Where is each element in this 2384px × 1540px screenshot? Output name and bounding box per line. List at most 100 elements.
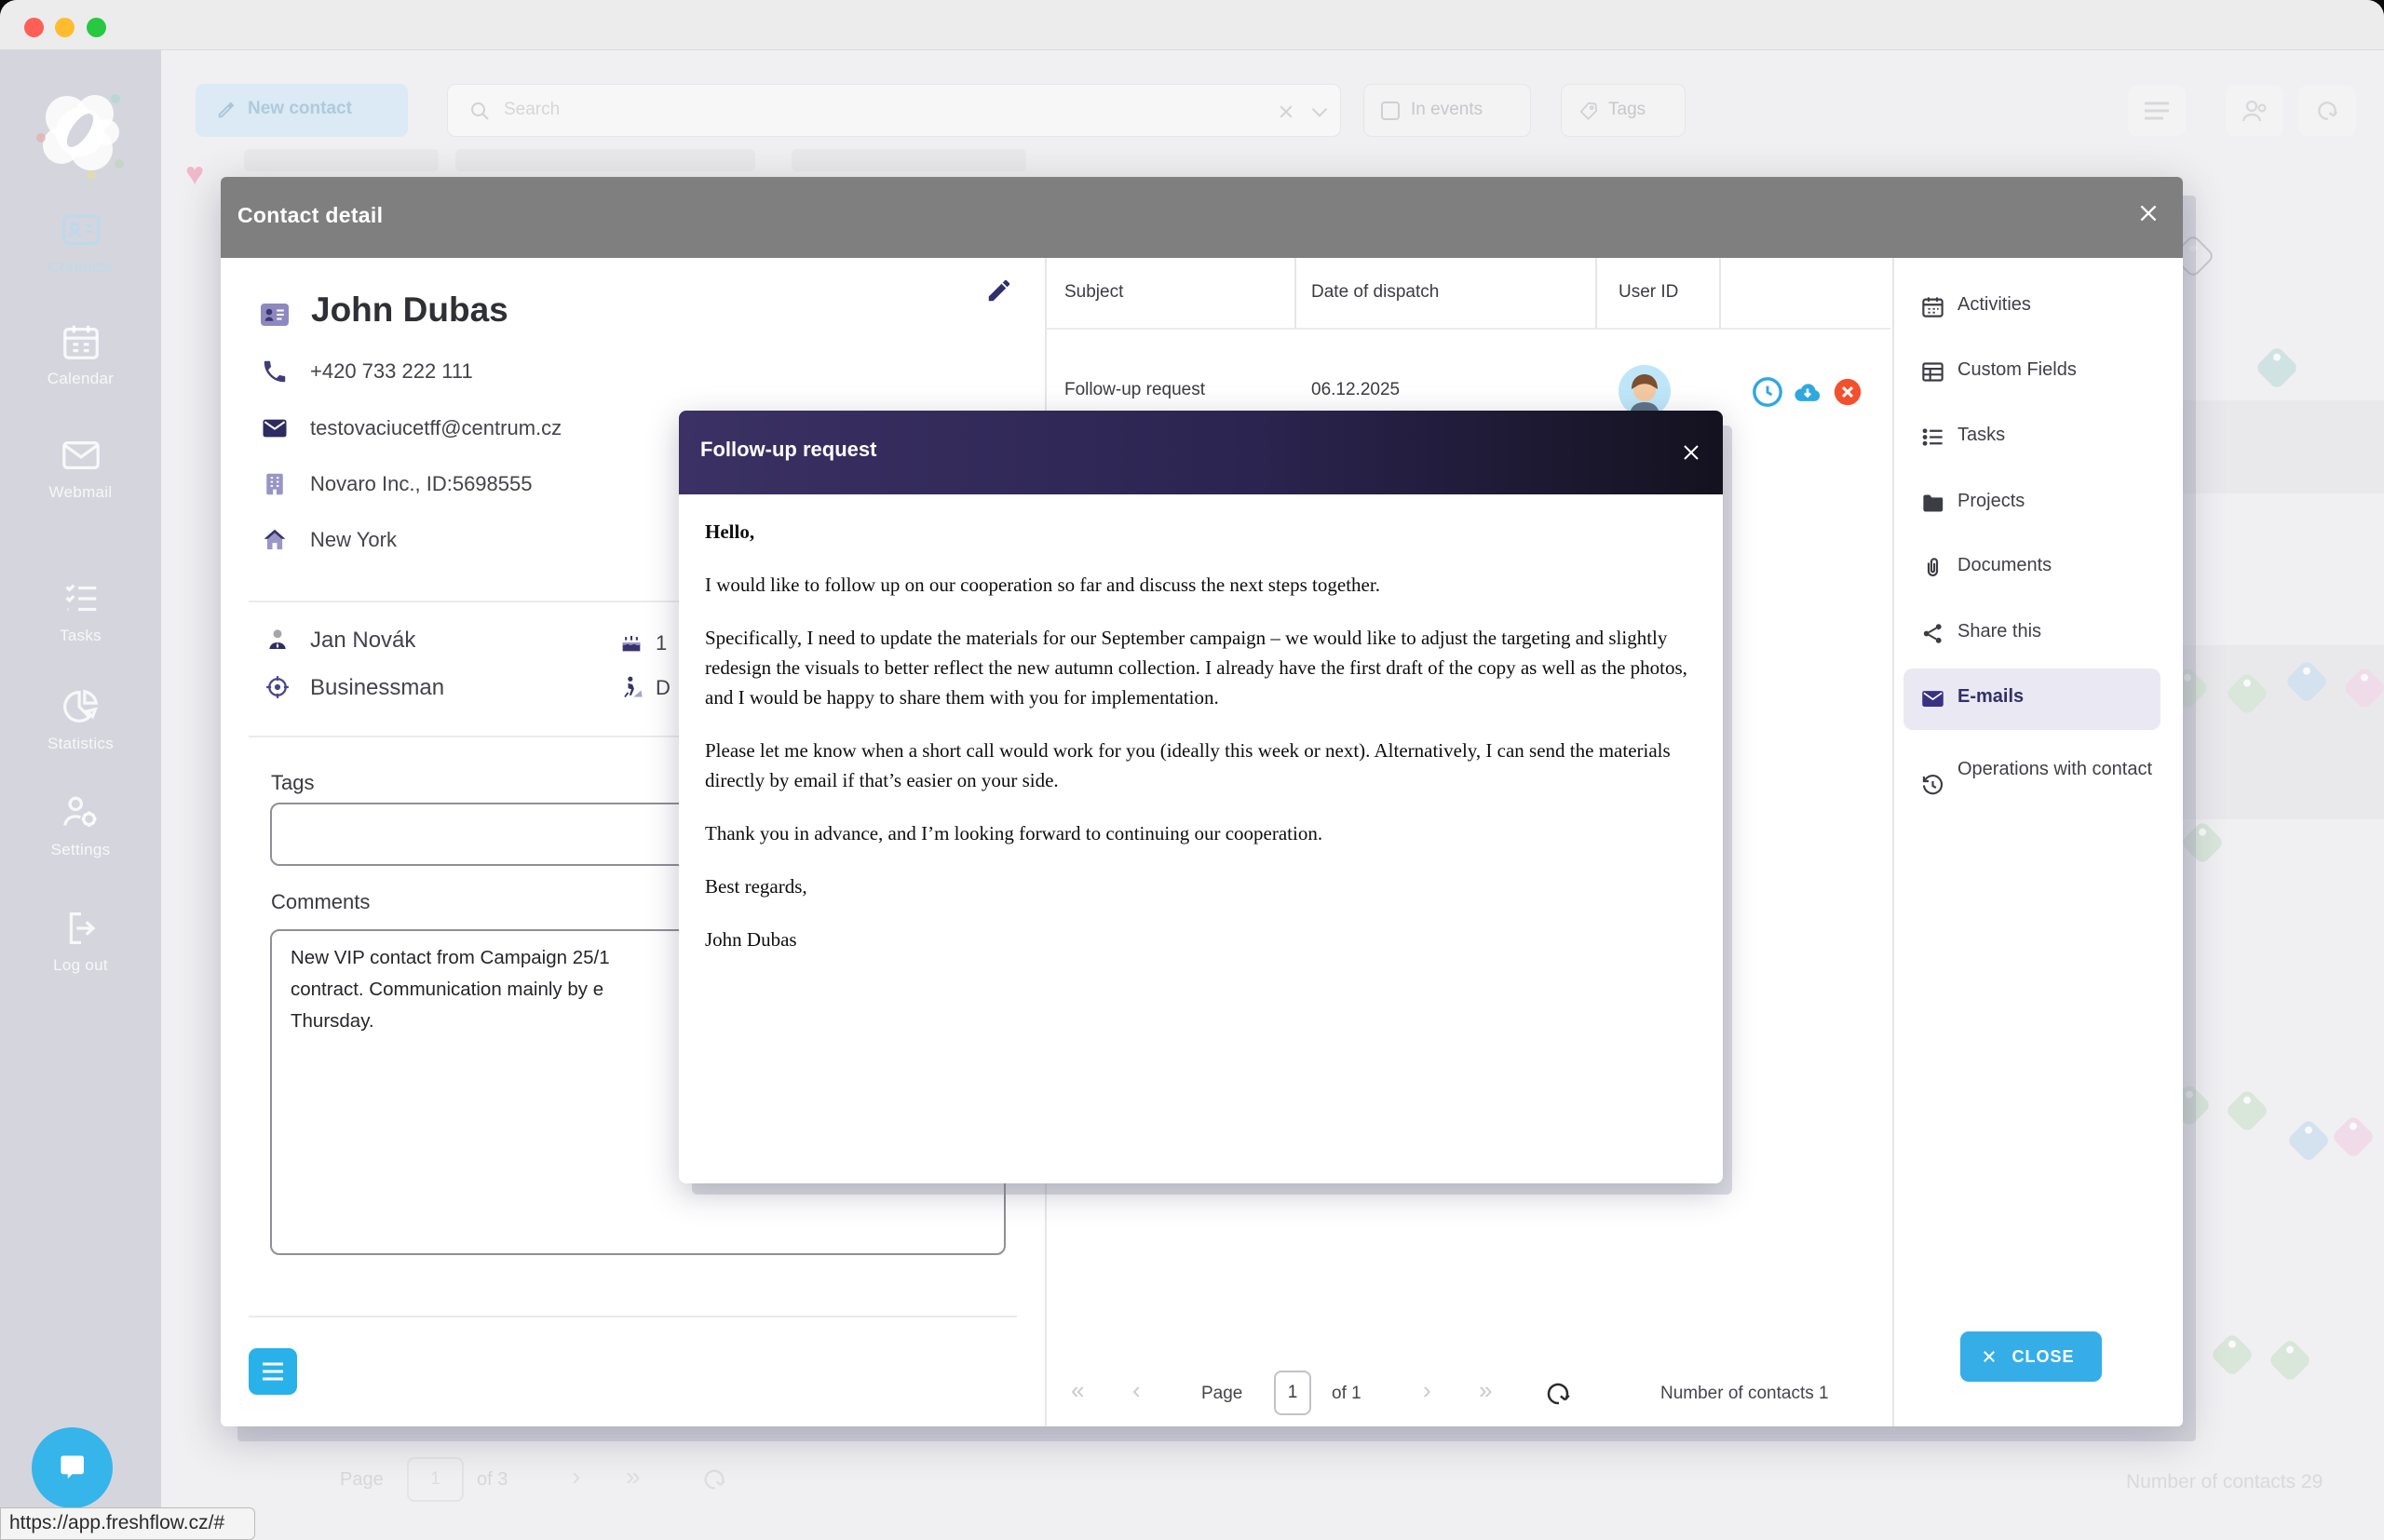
in-events-filter[interactable]: In events: [1363, 84, 1531, 137]
zoom-window-button[interactable]: [87, 18, 106, 37]
sidebar: Contacts Calendar Webmail Tasks Statisti…: [0, 50, 161, 1540]
outer-page-input[interactable]: 1: [407, 1457, 464, 1502]
col-header-date[interactable]: Date of dispatch: [1311, 282, 1439, 303]
email-row-subject: Follow-up request: [1064, 380, 1205, 400]
page-of-label: of 1: [1332, 1384, 1361, 1404]
contact-company: Novaro Inc., ID:5698555: [310, 472, 532, 496]
email-modal-title: Follow-up request: [700, 438, 876, 462]
outer-next-page[interactable]: ›: [572, 1462, 580, 1492]
macos-titlebar: [0, 0, 2384, 50]
contact-name: John Dubas: [311, 290, 508, 330]
related-person-name: Jan Novák: [310, 628, 415, 654]
menu-item-documents[interactable]: Documents: [1892, 542, 2174, 594]
table-refresh-icon[interactable]: [1544, 1380, 1572, 1408]
sidebar-item-tasks[interactable]: Tasks: [0, 577, 161, 645]
email-body: Hello, I would like to follow up on our …: [679, 494, 1723, 1183]
hamburger-icon: [261, 1361, 285, 1382]
email-paragraph: Best regards,: [705, 871, 1691, 901]
email-paragraph: Please let me know when a short call wou…: [705, 736, 1691, 795]
pie-chart-icon: [60, 685, 102, 728]
birthday-value: 1: [656, 631, 667, 655]
outer-refresh-icon[interactable]: [700, 1466, 728, 1493]
menu-item-share[interactable]: Share this: [1892, 608, 2174, 660]
status-bar-url: https://app.freshflow.cz/#: [0, 1507, 255, 1540]
hiker-icon: [618, 674, 644, 700]
refresh-button[interactable]: [2298, 86, 2356, 136]
close-button-label: CLOSE: [2012, 1347, 2074, 1366]
tag-icon: [1578, 101, 1599, 121]
contact-phone[interactable]: +420 733 222 111: [310, 359, 473, 384]
favorite-heart-icon: ♥: [185, 156, 204, 193]
email-delete-icon[interactable]: [1832, 376, 1863, 408]
menu-item-tasks[interactable]: Tasks: [1892, 412, 2174, 464]
email-modal-close-icon[interactable]: [1680, 441, 1702, 464]
email-download-icon[interactable]: [1792, 376, 1823, 408]
contact-modal-header: [221, 177, 2183, 258]
email-paragraph: Hello,: [705, 517, 1691, 547]
phone-icon: [261, 358, 289, 385]
chat-widget-button[interactable]: [32, 1427, 113, 1508]
sidebar-item-label: Tasks: [0, 627, 161, 645]
close-window-button[interactable]: [24, 18, 44, 37]
outer-of-label: of 3: [477, 1469, 508, 1491]
birthday-cake-icon: [618, 629, 644, 655]
edit-contact-icon[interactable]: [985, 277, 1013, 304]
tags-label: Tags: [1608, 100, 1646, 120]
sidebar-item-calendar[interactable]: Calendar: [0, 320, 161, 388]
checklist-icon: [60, 577, 102, 620]
background-tag-icon: [2255, 345, 2299, 390]
checkbox-icon: [1381, 101, 1400, 120]
contact-email[interactable]: testovaciucetff@centrum.cz: [310, 416, 562, 440]
view-list-button[interactable]: [2128, 86, 2186, 136]
search-icon: [468, 100, 491, 122]
sidebar-item-settings[interactable]: Settings: [0, 791, 161, 859]
clear-search-icon[interactable]: [1277, 102, 1295, 121]
page-input[interactable]: 1: [1274, 1371, 1311, 1415]
new-contact-button[interactable]: New contact: [196, 84, 408, 137]
email-row-date: 06.12.2025: [1311, 380, 1400, 400]
tags-field-label: Tags: [271, 771, 314, 795]
search-placeholder: Search: [504, 100, 560, 120]
calendar-icon: [60, 320, 102, 363]
sidebar-item-webmail[interactable]: Webmail: [0, 434, 161, 502]
page-next-button[interactable]: ›: [1423, 1376, 1431, 1405]
page-last-button[interactable]: »: [1479, 1376, 1492, 1405]
email-signature: John Dubas: [705, 925, 1691, 954]
page-first-button[interactable]: «: [1071, 1376, 1084, 1405]
tags-filter-button[interactable]: Tags: [1561, 84, 1686, 137]
documents-icon: [1920, 555, 1945, 580]
col-header-subject[interactable]: Subject: [1064, 282, 1123, 303]
contact-actions-menu-button[interactable]: [249, 1348, 297, 1395]
menu-item-activities[interactable]: Activities: [1892, 281, 2174, 333]
email-paragraph: Thank you in advance, and I’m looking fo…: [705, 818, 1691, 848]
minimize-window-button[interactable]: [55, 18, 74, 37]
page-prev-button[interactable]: ‹: [1132, 1376, 1141, 1405]
hobby-value: D: [656, 676, 670, 700]
email-paragraph: Specifically, I need to update the mater…: [705, 623, 1691, 712]
outer-last-page[interactable]: »: [626, 1462, 641, 1492]
email-preview-icon[interactable]: [1752, 376, 1783, 408]
search-input[interactable]: Search: [447, 84, 1341, 137]
logout-icon: [60, 907, 102, 950]
sidebar-item-label: Calendar: [0, 370, 161, 388]
close-modal-button[interactable]: CLOSE: [1960, 1331, 2102, 1382]
table-header-border: [1045, 328, 1890, 330]
sidebar-item-logout[interactable]: Log out: [0, 907, 161, 975]
menu-item-emails[interactable]: E-mails: [1892, 673, 2174, 725]
background-tag-icon: [2268, 1338, 2312, 1383]
menu-item-custom-fields[interactable]: Custom Fields: [1892, 346, 2174, 399]
outer-contact-count: Number of contacts 29: [2126, 1471, 2323, 1493]
contact-modal-close-icon[interactable]: [2136, 201, 2160, 225]
sidebar-item-label: Webmail: [0, 483, 161, 502]
sidebar-item-label: Settings: [0, 841, 161, 859]
screen: Contacts Calendar Webmail Tasks Statisti…: [0, 0, 2384, 1540]
menu-item-projects[interactable]: Projects: [1892, 478, 2174, 530]
chevron-down-icon[interactable]: [1310, 106, 1329, 119]
app-window: Contacts Calendar Webmail Tasks Statisti…: [0, 0, 2384, 1540]
user-avatar: [1619, 365, 1671, 417]
sidebar-item-statistics[interactable]: Statistics: [0, 685, 161, 753]
menu-item-operations[interactable]: Operations with contact: [1892, 745, 2174, 829]
col-header-userid[interactable]: User ID: [1619, 282, 1678, 303]
sidebar-item-contacts[interactable]: Contacts: [0, 209, 161, 277]
user-view-button[interactable]: [2226, 86, 2283, 136]
